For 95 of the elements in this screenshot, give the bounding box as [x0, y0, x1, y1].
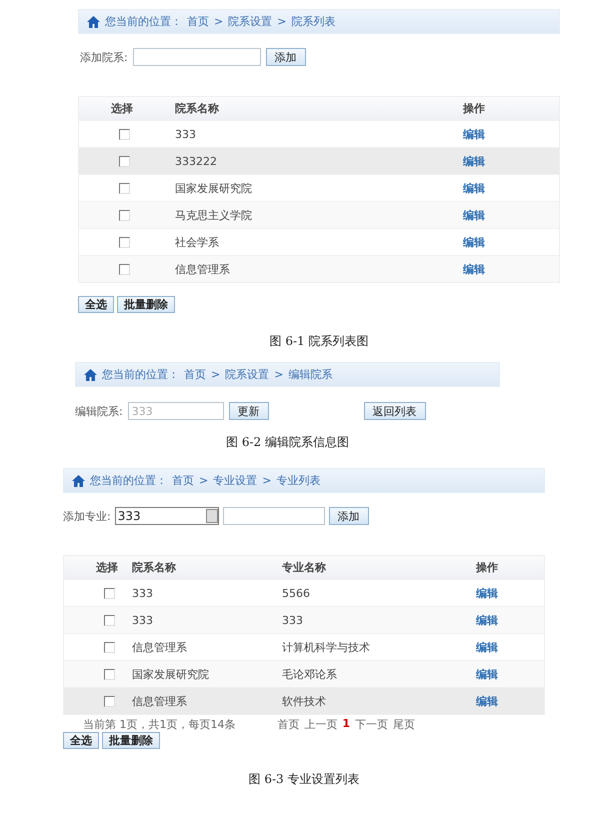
row-checkbox[interactable]: [104, 642, 115, 652]
breadcrumb-separator: >: [211, 368, 220, 381]
breadcrumb-link[interactable]: 首页: [187, 14, 209, 29]
edit-link[interactable]: 编辑: [463, 236, 485, 248]
column-header: 院系名称: [132, 561, 176, 574]
table-cell: 5566: [282, 586, 310, 600]
row-checkbox[interactable]: [119, 128, 130, 140]
table-cell: 333222: [175, 154, 217, 168]
table-cell: 信息管理系: [132, 694, 187, 708]
table-cell: 333: [282, 614, 303, 626]
edit-link[interactable]: 编辑: [463, 208, 485, 222]
row-checkbox[interactable]: [104, 668, 115, 680]
figure-caption: 图 6-2 编辑院系信息图: [226, 434, 349, 451]
page-info: 当前第 1页，共1页，每页14条: [83, 717, 236, 732]
column-header: 院系名称: [175, 102, 219, 115]
home-icon: [87, 16, 100, 28]
breadcrumb-link[interactable]: 首页: [184, 367, 206, 382]
breadcrumb-label: 您当前的位置：: [90, 473, 167, 488]
column-header: 操作: [476, 561, 498, 574]
column-header: 操作: [463, 102, 485, 115]
batch-delete-button[interactable]: 批量删除: [102, 732, 160, 749]
breadcrumb-link[interactable]: 专业列表: [276, 473, 320, 488]
home-icon: [84, 368, 97, 380]
figure-caption: 图 6-1 院系列表图: [270, 333, 368, 350]
table-cell: 信息管理系: [175, 262, 230, 276]
row-checkbox[interactable]: [104, 588, 115, 598]
select-all-button[interactable]: 全选: [63, 732, 99, 749]
row-checkbox[interactable]: [104, 696, 115, 706]
column-header: 选择: [96, 561, 118, 574]
edit-link[interactable]: 编辑: [476, 640, 498, 654]
table-row[interactable]: 国家发展研究院 毛论邓论系 编辑: [64, 660, 544, 687]
edit-link[interactable]: 编辑: [463, 262, 485, 276]
table-cell: 毛论邓论系: [282, 668, 337, 680]
update-button[interactable]: 更新: [228, 402, 269, 420]
table-row[interactable]: 信息管理系 软件技术 编辑: [64, 687, 544, 714]
table-row[interactable]: 333 333 编辑: [64, 606, 544, 633]
table-cell: 信息管理系: [132, 640, 187, 654]
select-all-button[interactable]: 全选: [78, 296, 114, 313]
table-cell: 333: [175, 128, 196, 140]
breadcrumb-label: 您当前的位置：: [105, 14, 182, 29]
add-button[interactable]: 添加: [328, 507, 369, 525]
edit-label: 编辑院系:: [75, 404, 123, 418]
pager-link[interactable]: 下一页: [355, 717, 388, 732]
breadcrumb-separator: >: [214, 15, 224, 28]
add-label: 添加专业:: [63, 508, 111, 524]
breadcrumb-link[interactable]: 编辑院系: [288, 367, 332, 382]
edit-link[interactable]: 编辑: [463, 182, 485, 194]
pager-link[interactable]: 尾页: [393, 717, 415, 732]
back-to-list-button[interactable]: 返回列表: [364, 402, 426, 420]
column-header: 选择: [111, 102, 133, 115]
major-input[interactable]: [222, 507, 325, 525]
breadcrumb-link[interactable]: 院系设置: [228, 14, 272, 29]
breadcrumb-link[interactable]: 院系列表: [291, 14, 336, 29]
add-button[interactable]: 添加: [266, 48, 306, 66]
figure-caption: 图 6-3 专业设置列表: [248, 771, 360, 788]
table-cell: 国家发展研究院: [132, 668, 209, 680]
table-row[interactable]: 信息管理系 编辑: [79, 255, 559, 282]
pager-link[interactable]: 上一页: [304, 717, 338, 732]
home-icon: [72, 474, 85, 486]
department-select[interactable]: 333: [114, 507, 219, 525]
row-checkbox[interactable]: [119, 236, 130, 248]
breadcrumb-link[interactable]: 首页: [172, 473, 194, 488]
table-cell: 马克思主义学院: [175, 208, 252, 222]
add-label: 添加院系:: [80, 50, 128, 64]
table-row[interactable]: 333222 编辑: [79, 147, 559, 174]
breadcrumb-link[interactable]: 专业设置: [213, 473, 258, 488]
pager-link[interactable]: 首页: [277, 717, 300, 732]
table-cell: 国家发展研究院: [175, 182, 252, 194]
row-checkbox[interactable]: [119, 182, 130, 194]
edit-link[interactable]: 编辑: [476, 694, 498, 708]
batch-delete-button[interactable]: 批量删除: [117, 296, 175, 313]
column-header: 专业名称: [282, 561, 326, 574]
table-cell: 计算机科学与技术: [282, 640, 370, 654]
edit-link[interactable]: 编辑: [463, 154, 485, 168]
breadcrumb-link[interactable]: 院系设置: [225, 367, 270, 382]
breadcrumb-separator: >: [199, 474, 208, 487]
breadcrumb-label: 您当前的位置：: [102, 367, 179, 382]
row-checkbox[interactable]: [104, 614, 115, 626]
edit-link[interactable]: 编辑: [476, 586, 498, 600]
edit-link[interactable]: 编辑: [476, 614, 498, 626]
table-row[interactable]: 马克思主义学院 编辑: [79, 201, 559, 228]
breadcrumb-separator: >: [262, 474, 272, 487]
department-input[interactable]: [132, 48, 261, 66]
breadcrumb-separator: >: [274, 368, 284, 381]
edit-link[interactable]: 编辑: [463, 128, 485, 140]
table-cell: 333: [132, 586, 153, 600]
breadcrumb-separator: >: [277, 15, 286, 28]
row-checkbox[interactable]: [119, 156, 130, 166]
table-cell: 软件技术: [282, 694, 326, 708]
table-cell: 社会学系: [175, 236, 219, 248]
row-checkbox[interactable]: [119, 264, 130, 274]
pager-link[interactable]: 1: [342, 717, 350, 732]
row-checkbox[interactable]: [119, 210, 130, 220]
edit-link[interactable]: 编辑: [476, 668, 498, 680]
table-cell: 333: [132, 614, 153, 626]
